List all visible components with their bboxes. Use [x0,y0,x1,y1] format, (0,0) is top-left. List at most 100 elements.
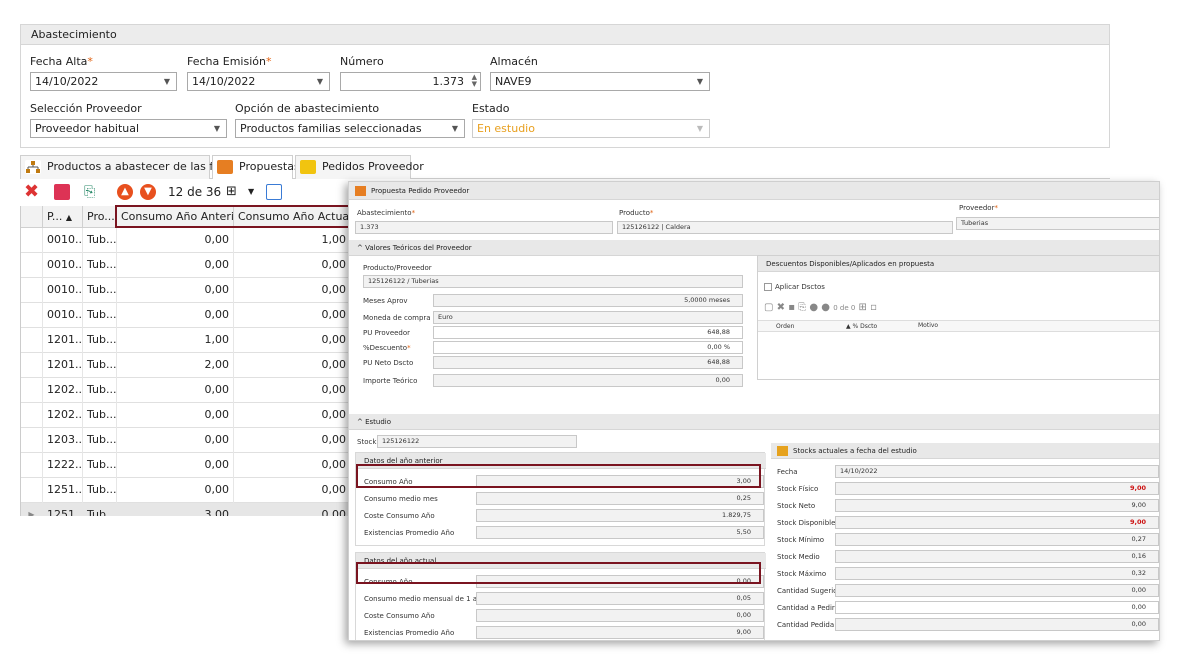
arrow-up-icon[interactable]: ▲ [117,184,133,200]
column-header[interactable]: Pro... [83,206,117,228]
delete-icon[interactable]: ✖ [24,183,40,201]
chevron-down-icon[interactable]: ▼ [248,184,264,200]
stock-value: 0,27 [1131,535,1146,543]
table-row[interactable]: 1202... Tub... 0,00 0,00 [21,378,350,403]
row-selector[interactable] [21,303,43,328]
arrow-down-icon[interactable]: ● [821,302,830,313]
value-field: 0,00 [476,609,764,622]
table-cell: 0,00 [117,428,234,453]
abastecimiento-field: 1.373 [355,221,613,234]
stock-label: Stock Mínimo [777,536,825,544]
row-selector[interactable] [21,453,43,478]
table-row[interactable]: 1203... Tub... 0,00 0,00 [21,428,350,453]
row-selector[interactable]: ▶ [21,503,43,516]
stock-value-field: 14/10/2022 [835,465,1159,478]
stocks-panel: Stocks actuales a fecha del estudio Fech… [771,443,1159,640]
chevron-down-icon[interactable]: ▼ [214,120,220,137]
table-row[interactable]: 1251... Tub... 0,00 0,00 [21,478,350,503]
search-icon[interactable] [266,184,282,200]
columns-icon[interactable]: ⊞ [859,302,867,313]
tab-productos[interactable]: Productos a abastecer de las familias [20,155,252,179]
tab-propuestas[interactable]: Propuestas [212,155,300,179]
table-cell: 1201... [43,328,83,353]
fecha-alta-field[interactable]: 14/10/2022 ▼ [30,72,177,91]
stock-value-field: 0,00 [835,618,1159,631]
column-header[interactable]: Motivo [918,322,938,329]
opcion-field[interactable]: Productos familias seleccionadas ▼ [235,119,465,138]
table-row[interactable]: 1201... Tub... 2,00 0,00 [21,353,350,378]
arrow-up-icon[interactable]: ● [809,302,818,313]
stock-value-field: 9,00 [835,516,1159,529]
seleccion-proveedor-field[interactable]: Proveedor habitual ▼ [30,119,227,138]
row-selector[interactable] [21,378,43,403]
fecha-emision-field[interactable]: 14/10/2022 ▼ [187,72,330,91]
column-header[interactable]: P... ▲ [43,206,83,228]
row-selector[interactable] [21,278,43,303]
field-label: Consumo medio mes [364,495,438,503]
copy-icon[interactable] [54,184,70,200]
row-selector[interactable] [21,328,43,353]
columns-icon[interactable]: ⊞ [226,184,242,200]
stocks-title: Stocks actuales a fecha del estudio [771,443,1159,459]
table-cell: 0,00 [117,403,234,428]
chevron-down-icon[interactable]: ▼ [452,120,458,137]
valores-teoricos-header[interactable]: ^ Valores Teóricos del Proveedor [349,240,1159,256]
spinner-icon[interactable]: ▲ ▼ [472,74,477,88]
stock-value-field[interactable]: 0,00 [835,601,1159,614]
stocks-icon [777,446,788,456]
row-selector[interactable] [21,253,43,278]
column-header[interactable]: ▲ % Dscto [846,323,877,330]
chevron-down-icon[interactable]: ▼ [164,73,170,90]
copy-icon[interactable]: ▪ [788,302,795,313]
table-row[interactable]: ▶ 1251... Tub... 3,00 0,00 [21,503,350,516]
row-selector-header [21,206,43,228]
column-header[interactable]: Orden [776,323,794,330]
table-cell: 0,00 [234,353,350,378]
field-label: PU Proveedor [363,329,411,337]
table-row[interactable]: 0010... Tub... 0,00 0,00 [21,303,350,328]
table-row[interactable]: 0010... Tub... 0,00 1,00 [21,228,350,253]
table-row[interactable]: 0010... Tub... 0,00 0,00 [21,253,350,278]
proposals-grid: P... ▲ Pro... Consumo Año Anterior Consu… [20,206,350,516]
table-row[interactable]: 1222... Tub... 0,00 0,00 [21,453,350,478]
table-row[interactable]: 0010... Tub... 0,00 0,00 [21,278,350,303]
table-cell: 1,00 [234,228,350,253]
producto-field: 125126122 | Caldera [617,221,953,234]
desc-field[interactable]: 0,00 % [433,341,743,354]
row-selector[interactable] [21,228,43,253]
value-field: 0,05 [476,592,764,605]
almacen-field[interactable]: NAVE9 ▼ [490,72,710,91]
aplicar-dsctos-checkbox[interactable]: Aplicar Dsctos [764,283,825,291]
delete-icon[interactable]: ✖ [777,302,785,313]
estado-label: Estado [472,102,510,115]
new-record-icon[interactable]: ⎘ [84,184,100,200]
new-icon[interactable]: ▢ [764,302,773,313]
table-row[interactable]: 1201... Tub... 1,00 0,00 [21,328,350,353]
moneda-label: Moneda de compra [363,314,431,322]
chevron-up-icon[interactable]: ^ [357,244,365,252]
numero-field[interactable]: 1.373 ▲ ▼ [340,72,481,91]
row-selector[interactable] [21,428,43,453]
table-cell: Tub... [83,428,117,453]
stock-label: Cantidad a Pedir [777,604,835,612]
checkbox-icon[interactable] [764,283,772,291]
pu-field[interactable]: 648,88 [433,326,743,339]
search-icon[interactable]: ▫ [870,302,877,313]
row-selector[interactable] [21,478,43,503]
estudio-header[interactable]: ^ Estudio [349,414,1159,430]
chevron-down-icon[interactable]: ▼ [317,73,323,90]
value-field: 5,50 [476,526,764,539]
tab-pedidos-proveedor[interactable]: Pedidos Proveedor [295,155,424,179]
stock-value-field: 0,16 [835,550,1159,563]
chevron-down-icon[interactable]: ▼ [697,120,703,137]
estado-field[interactable]: En estudio ▼ [472,119,710,138]
chevron-up-icon[interactable]: ^ [357,418,365,426]
new-record-icon[interactable]: ⎘ [798,302,806,313]
stock-value: 0,00 [1131,586,1146,594]
arrow-down-icon[interactable]: ▼ [140,184,156,200]
table-row[interactable]: 1202... Tub... 0,00 0,00 [21,403,350,428]
chevron-down-icon[interactable]: ▼ [697,73,703,90]
table-cell: 0,00 [117,278,234,303]
row-selector[interactable] [21,353,43,378]
row-selector[interactable] [21,403,43,428]
